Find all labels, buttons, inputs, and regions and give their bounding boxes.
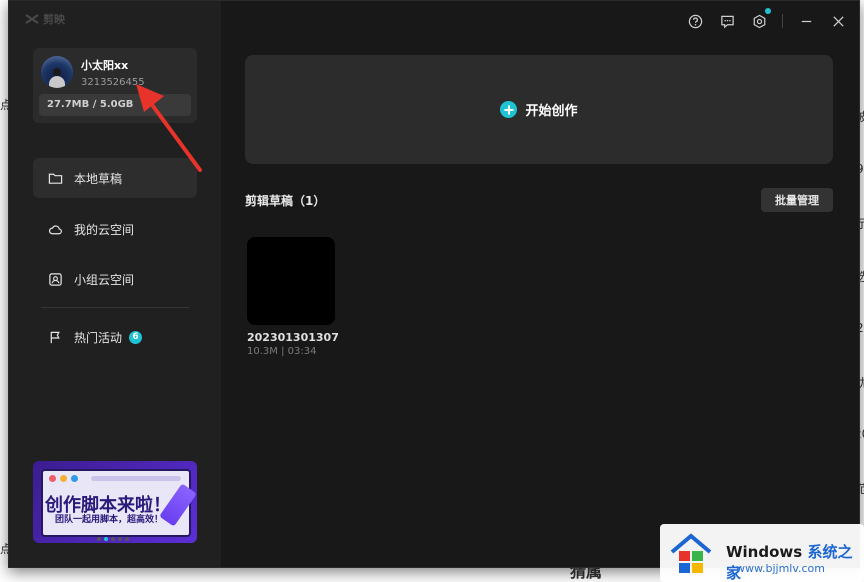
start-creation-label: 开始创作	[525, 104, 578, 119]
background-left-strip	[0, 0, 8, 582]
banner-subtitle: 团队一起用脚本，超高效！	[55, 515, 164, 525]
app-logo: 剪映	[25, 11, 65, 27]
draft-name: 202301301307	[247, 331, 339, 344]
flag-icon	[50, 331, 60, 343]
new-indicator-dot	[765, 8, 771, 14]
plus-icon	[500, 101, 518, 118]
sidebar-item-my-cloud[interactable]: 我的云空间	[33, 209, 197, 249]
sidebar-item-label: 我的云空间	[74, 222, 135, 237]
sidebar-item-label: 热门活动	[74, 330, 123, 345]
minimize-icon	[801, 20, 811, 22]
folder-icon	[48, 173, 63, 184]
sidebar-divider	[41, 307, 189, 308]
sidebar-item-label: 小组云空间	[74, 272, 135, 287]
team-cloud-icon	[49, 272, 62, 286]
house-logo-icon	[670, 533, 712, 573]
message-icon	[720, 15, 734, 28]
promo-banner[interactable]: 创作脚本来啦！ 团队一起用脚本，超高效！	[33, 461, 197, 543]
sidebar-item-team-cloud[interactable]: 小组云空间	[33, 259, 197, 299]
banner-window-bar	[91, 476, 181, 481]
minimize-button[interactable]	[797, 12, 815, 30]
draft-meta: 10.3M | 03:34	[247, 346, 317, 357]
feedback-button[interactable]	[718, 12, 736, 30]
draft-thumbnail[interactable]	[247, 237, 335, 325]
help-button[interactable]	[686, 12, 704, 30]
help-icon	[688, 14, 702, 28]
notification-badge: 6	[129, 330, 143, 344]
batch-manage-button[interactable]: 批量管理	[761, 188, 833, 212]
watermark-url: www.bjjmlv.com	[736, 562, 825, 575]
watermark: Windows 系统之家 www.bjjmlv.com	[660, 524, 864, 582]
window-toolbar	[686, 8, 847, 30]
capcut-logo-icon	[25, 14, 39, 24]
banner-pager[interactable]	[97, 537, 129, 541]
app-logo-text: 剪映	[43, 13, 65, 26]
annotation-arrow-icon	[136, 84, 202, 172]
close-button[interactable]	[829, 12, 847, 30]
cloud-icon	[48, 224, 62, 234]
username: 小太阳xx	[81, 59, 129, 72]
toolbar-divider	[782, 14, 783, 28]
drafts-section-title: 剪辑草稿（1）	[245, 194, 326, 208]
sidebar-item-label: 本地草稿	[74, 171, 123, 186]
close-icon	[832, 15, 844, 27]
gear-icon	[753, 14, 765, 28]
avatar[interactable]	[41, 56, 73, 88]
draft-card[interactable]: 202301301307 10.3M | 03:34	[247, 237, 347, 357]
start-creation-button[interactable]: 开始创作	[245, 55, 833, 164]
settings-button[interactable]	[750, 8, 771, 30]
banner-window-dots	[49, 475, 78, 482]
sidebar-item-hot-events[interactable]: 热门活动 6	[33, 317, 197, 357]
